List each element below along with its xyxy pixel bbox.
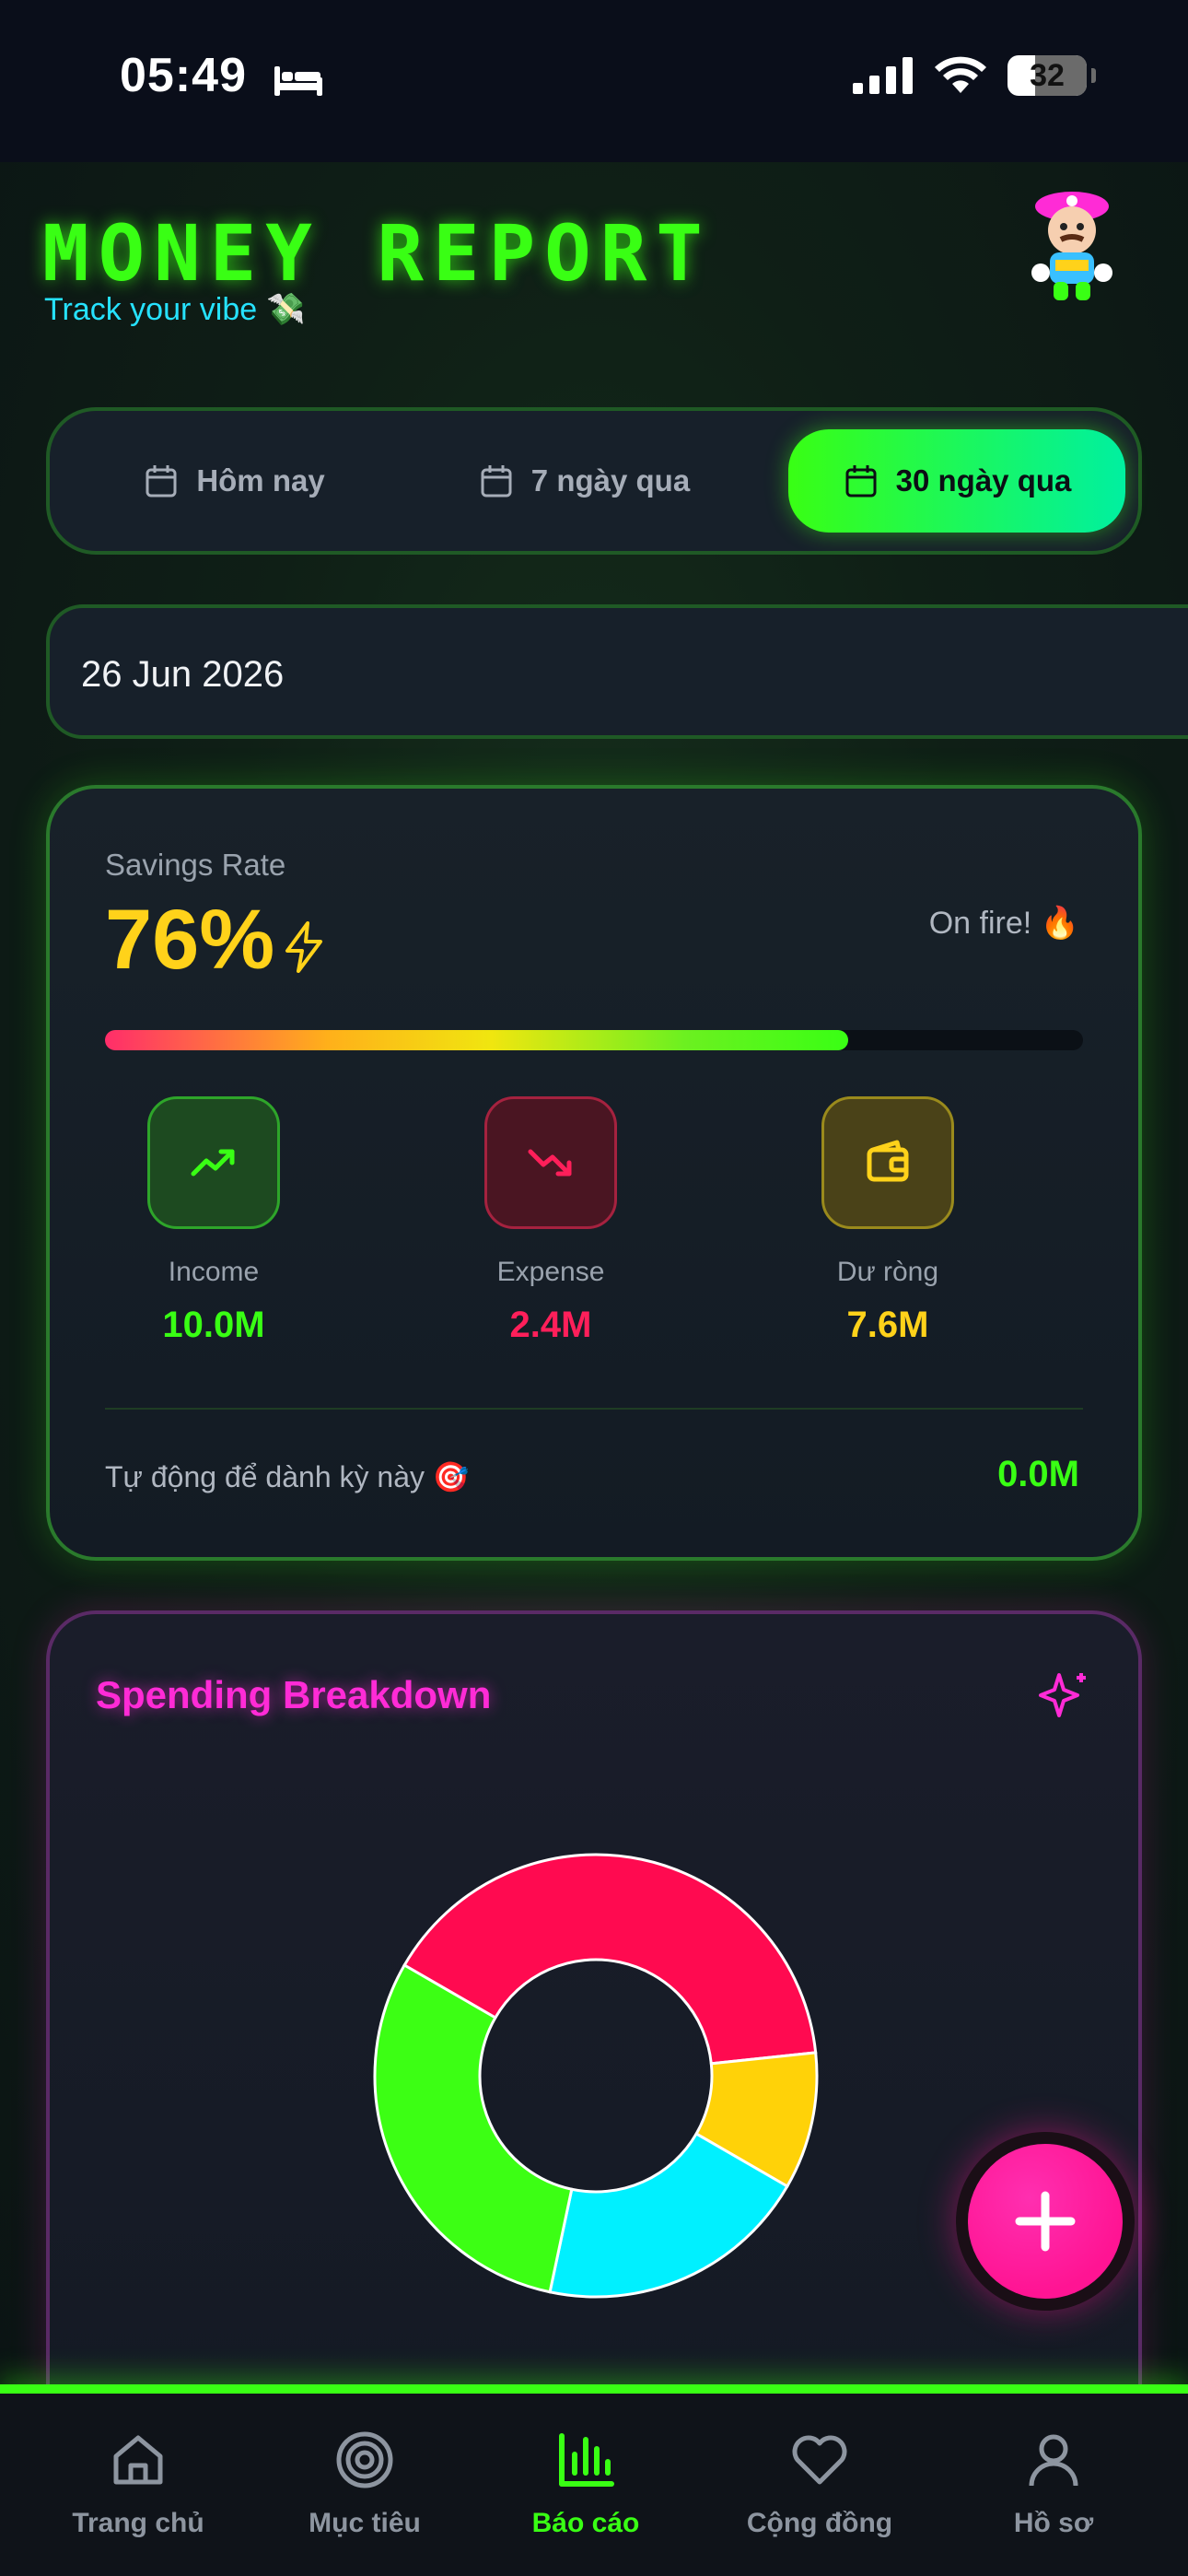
net-balance-stat: Dư ròng 7.6M xyxy=(777,1096,998,1346)
wifi-icon xyxy=(935,56,986,93)
page-title: MONEY REPORT xyxy=(42,208,712,299)
battery-indicator: 32 xyxy=(1007,55,1096,96)
subtitle-text: Track your vibe xyxy=(44,292,258,327)
add-transaction-button[interactable] xyxy=(956,2132,1135,2311)
nav-home-label: Trang chủ xyxy=(72,2508,204,2538)
sleep-mode-icon xyxy=(274,66,322,96)
bottom-navigation: Trang chủ Mục tiêu Báo cáo Cộng đồng Hồ … xyxy=(0,2384,1188,2576)
savings-progress-fill xyxy=(105,1030,849,1050)
expense-label: Expense xyxy=(496,1257,605,1287)
net-icon-box xyxy=(821,1096,954,1229)
status-bar: 05:49 32 xyxy=(0,0,1188,162)
nav-reports-label: Báo cáo xyxy=(531,2508,640,2538)
report-screen: MONEY REPORT Track your vibe 💸 Hôm nay 7 … xyxy=(0,162,1188,2440)
income-label: Income xyxy=(168,1257,260,1287)
tab-7-days[interactable]: 7 ngày qua xyxy=(418,429,750,533)
savings-rate-label: Savings Rate xyxy=(105,848,286,882)
nav-home[interactable]: Trang chủ xyxy=(37,2429,239,2539)
date-picker-field[interactable]: 26 Jun 2026 xyxy=(46,604,1188,739)
nav-profile-label: Hồ sơ xyxy=(1013,2508,1094,2538)
income-icon-box xyxy=(147,1096,280,1229)
calendar-icon xyxy=(845,465,877,498)
income-stat: Income 10.0M xyxy=(103,1096,324,1346)
lightning-icon xyxy=(285,921,322,973)
trending-down-icon xyxy=(528,1149,572,1177)
status-time: 05:49 xyxy=(120,49,247,102)
tab-30-days-label: 30 ngày qua xyxy=(895,463,1072,498)
date-value: 26 Jun 2026 xyxy=(81,654,285,695)
spending-breakdown-card: Spending Breakdown xyxy=(46,1610,1142,2440)
wallet-icon xyxy=(867,1140,909,1182)
calendar-icon xyxy=(481,465,512,498)
nav-goals[interactable]: Mục tiêu xyxy=(263,2429,466,2539)
spending-breakdown-title: Spending Breakdown xyxy=(96,1673,492,1716)
income-value: 10.0M xyxy=(162,1305,265,1345)
nav-goals-label: Mục tiêu xyxy=(309,2508,421,2538)
home-icon xyxy=(113,2435,163,2485)
net-balance-value: 7.6M xyxy=(846,1305,929,1345)
expense-value: 2.4M xyxy=(509,1305,592,1345)
tab-7-days-label: 7 ngày qua xyxy=(530,463,691,498)
sparkle-icon xyxy=(1039,1673,1086,1717)
period-selector: Hôm nay 7 ngày qua 30 ngày qua xyxy=(46,407,1142,555)
savings-progress-bar xyxy=(105,1030,1083,1050)
spending-donut-chart xyxy=(373,1853,819,2299)
expense-stat: Expense 2.4M xyxy=(440,1096,661,1346)
plus-icon xyxy=(1015,2191,1076,2252)
auto-save-label: Tự động để dành kỳ này 🎯 xyxy=(105,1460,470,1493)
page-subtitle: Track your vibe 💸 xyxy=(44,291,306,328)
savings-rate-value: 76% xyxy=(105,893,275,987)
calendar-icon xyxy=(146,465,177,498)
expense-icon-box xyxy=(484,1096,617,1229)
nav-profile[interactable]: Hồ sơ xyxy=(952,2429,1155,2539)
donut-segment-4 xyxy=(373,1962,574,2294)
heart-icon xyxy=(792,2435,847,2485)
nav-community-label: Cộng đồng xyxy=(746,2508,893,2538)
avatar[interactable] xyxy=(1022,186,1122,306)
tab-today-label: Hôm nay xyxy=(196,463,325,498)
add-button-face xyxy=(968,2144,1123,2299)
tab-today[interactable]: Hôm nay xyxy=(87,429,381,533)
auto-save-value: 0.0M xyxy=(997,1454,1079,1494)
nav-community[interactable]: Cộng đồng xyxy=(718,2429,921,2539)
net-balance-label: Dư ròng xyxy=(836,1257,939,1287)
savings-status: On fire! 🔥 xyxy=(928,906,1079,941)
bar-chart-icon xyxy=(559,2433,614,2487)
tab-30-days[interactable]: 30 ngày qua xyxy=(788,429,1125,533)
user-icon xyxy=(1029,2434,1078,2487)
battery-level: 32 xyxy=(1030,57,1065,93)
divider xyxy=(105,1408,1083,1410)
target-icon xyxy=(336,2431,393,2488)
trending-up-icon xyxy=(191,1149,235,1177)
cellular-signal-icon xyxy=(853,57,913,94)
money-emoji-icon: 💸 xyxy=(266,292,306,327)
savings-card: Savings Rate 76% On fire! 🔥 Income 10.0M xyxy=(46,785,1142,1561)
nav-reports[interactable]: Báo cáo xyxy=(484,2429,687,2539)
